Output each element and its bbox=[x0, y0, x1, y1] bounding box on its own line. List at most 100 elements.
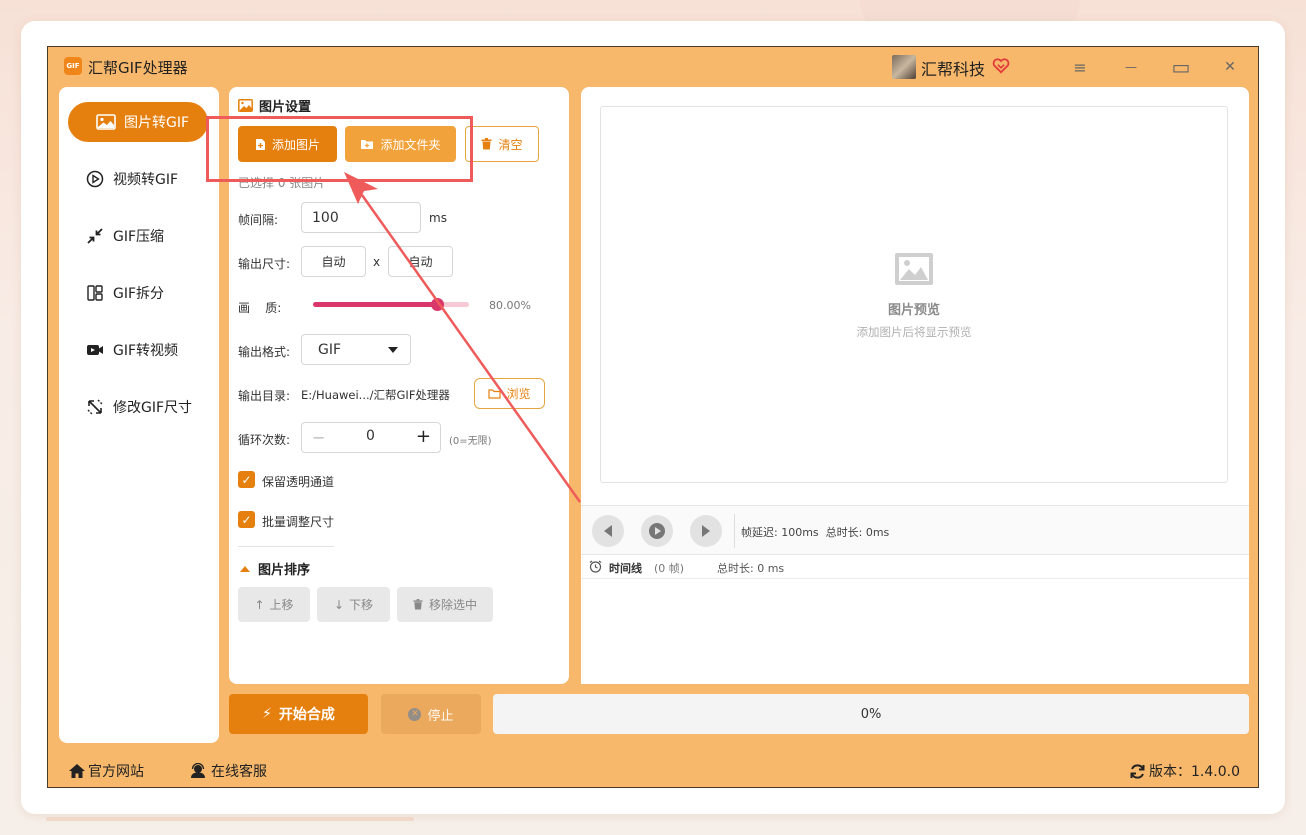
close-button[interactable]: ✕ bbox=[1218, 55, 1242, 79]
online-support-link[interactable]: 在线客服 bbox=[189, 761, 267, 781]
alarm-clock-icon bbox=[589, 560, 602, 573]
keep-alpha-label[interactable]: 保留透明通道 bbox=[262, 473, 334, 490]
app-logo-icon: GIF bbox=[64, 57, 82, 75]
preview-panel: 图片预览 添加图片后将显示预览 帧延迟: 100ms 总时长: 0ms 时间线 … bbox=[581, 87, 1249, 684]
sidebar: 图片转GIF 视频转GIF GIF压缩 GIF拆分 GIF转视频 修改GIF尺寸 bbox=[59, 87, 219, 743]
loop-count-value[interactable]: 0 bbox=[366, 428, 375, 444]
plus-icon[interactable]: + bbox=[416, 426, 431, 447]
sidebar-item-label: 图片转GIF bbox=[124, 115, 190, 131]
play-icon bbox=[649, 523, 665, 539]
sidebar-item-label: GIF压缩 bbox=[113, 229, 165, 245]
quality-slider-fill bbox=[313, 302, 438, 307]
move-up-button[interactable]: ↑ 上移 bbox=[238, 587, 310, 622]
user-name[interactable]: 汇帮科技 bbox=[921, 56, 985, 80]
output-dir-value: E:/Huawei.../汇帮GIF处理器 bbox=[301, 388, 450, 402]
trash-icon bbox=[413, 599, 423, 610]
support-agent-icon bbox=[191, 763, 205, 778]
timeline-total: 总时长: 0 ms bbox=[717, 562, 785, 575]
output-format-value: GIF bbox=[318, 341, 342, 358]
sidebar-item-video-to-gif[interactable]: 视频转GIF bbox=[59, 159, 219, 199]
stop-icon: ✕ bbox=[408, 707, 422, 721]
divider bbox=[238, 546, 334, 547]
sidebar-item-gif-compress[interactable]: GIF压缩 bbox=[59, 216, 219, 256]
next-frame-button[interactable] bbox=[690, 515, 722, 547]
play-circle-icon bbox=[85, 169, 105, 189]
official-website-link[interactable]: 官方网站 bbox=[68, 761, 144, 781]
preview-area: 图片预览 添加图片后将显示预览 bbox=[600, 106, 1228, 483]
sidebar-item-image-to-gif[interactable]: 图片转GIF bbox=[68, 102, 208, 142]
app-title: 汇帮GIF处理器 bbox=[88, 59, 188, 77]
sort-section-title-text: 图片排序 bbox=[258, 563, 311, 578]
frame-interval-input[interactable]: 100 bbox=[301, 202, 421, 233]
sidebar-item-label: 修改GIF尺寸 bbox=[113, 400, 193, 416]
sort-section-title[interactable]: 图片排序 bbox=[240, 559, 310, 578]
menu-icon: ≡ bbox=[1073, 57, 1087, 77]
preview-subtitle: 添加图片后将显示预览 bbox=[856, 325, 972, 339]
frame-info: 帧延迟: 100ms 总时长: 0ms bbox=[741, 526, 890, 539]
user-avatar[interactable] bbox=[892, 55, 916, 79]
loop-count-label: 循环次数: bbox=[238, 433, 291, 447]
maximize-button[interactable]: ▭ bbox=[1169, 55, 1193, 79]
stop-label: 停止 bbox=[427, 708, 454, 724]
batch-resize-checkbox[interactable]: ✓ bbox=[238, 511, 255, 528]
image-settings-icon bbox=[238, 99, 253, 112]
browse-button[interactable]: 浏览 bbox=[474, 378, 545, 409]
keep-alpha-checkbox[interactable]: ✓ bbox=[238, 471, 255, 488]
minus-icon[interactable]: − bbox=[312, 428, 325, 447]
video-icon bbox=[85, 340, 105, 360]
move-down-label: 下移 bbox=[349, 598, 374, 612]
collapse-arrow-icon bbox=[240, 565, 250, 572]
sidebar-item-label: GIF转视频 bbox=[113, 343, 179, 359]
start-label: 开始合成 bbox=[278, 707, 335, 723]
folder-icon bbox=[488, 388, 502, 399]
version-info[interactable]: 版本：1.4.0.0 bbox=[1129, 761, 1240, 781]
play-button[interactable] bbox=[641, 515, 673, 547]
image-placeholder-icon bbox=[895, 253, 933, 285]
divider bbox=[734, 514, 735, 548]
split-icon bbox=[85, 283, 105, 303]
image-settings-title: 图片设置 bbox=[238, 96, 311, 115]
menu-button[interactable]: ≡ bbox=[1068, 55, 1092, 79]
start-button[interactable]: ⚡ 开始合成 bbox=[229, 694, 368, 734]
trash-icon bbox=[481, 138, 492, 150]
width-input[interactable]: 自动 bbox=[301, 246, 366, 277]
playback-controls: 帧延迟: 100ms 总时长: 0ms bbox=[581, 505, 1249, 555]
output-size-label: 输出尺寸: bbox=[238, 257, 291, 271]
sidebar-item-resize-gif[interactable]: 修改GIF尺寸 bbox=[59, 387, 219, 427]
minimize-button[interactable]: — bbox=[1119, 55, 1143, 79]
arrow-down-icon: ↓ bbox=[333, 597, 345, 612]
sidebar-item-label: GIF拆分 bbox=[113, 286, 165, 302]
quality-slider-track[interactable] bbox=[313, 298, 469, 311]
output-dir-label: 输出目录: bbox=[238, 389, 291, 403]
title-bar: GIF 汇帮GIF处理器 汇帮科技 ≡ — ▭ ✕ bbox=[48, 47, 1258, 87]
background-decoration-line bbox=[46, 817, 414, 821]
output-format-select[interactable]: GIF bbox=[301, 334, 411, 365]
quality-slider-thumb[interactable] bbox=[431, 298, 444, 311]
timeline-header: 时间线 (0 帧) 总时长: 0 ms bbox=[581, 555, 1249, 579]
quality-value: 80.00% bbox=[489, 299, 531, 312]
remove-selected-button[interactable]: 移除选中 bbox=[397, 587, 493, 622]
clear-label: 清空 bbox=[498, 137, 523, 152]
batch-resize-label[interactable]: 批量调整尺寸 bbox=[262, 513, 334, 530]
size-separator: x bbox=[373, 255, 381, 269]
clear-button[interactable]: 清空 bbox=[465, 126, 539, 162]
sidebar-item-gif-split[interactable]: GIF拆分 bbox=[59, 273, 219, 313]
progress-text: 0% bbox=[860, 706, 882, 722]
maximize-icon: ▭ bbox=[1171, 55, 1191, 79]
stop-button[interactable]: ✕ 停止 bbox=[381, 694, 481, 734]
vip-heart-icon bbox=[992, 58, 1010, 74]
sidebar-item-gif-to-video[interactable]: GIF转视频 bbox=[59, 330, 219, 370]
prev-icon bbox=[604, 525, 612, 537]
frame-interval-unit: ms bbox=[429, 211, 447, 225]
move-down-button[interactable]: ↓ 下移 bbox=[317, 587, 390, 622]
height-input[interactable]: 自动 bbox=[388, 246, 453, 277]
chevron-down-icon bbox=[388, 347, 398, 353]
version-label: 版本：1.4.0.0 bbox=[1149, 764, 1240, 780]
loop-count-stepper[interactable]: − 0 + bbox=[301, 422, 441, 453]
arrow-up-icon: ↑ bbox=[254, 597, 265, 612]
timeline-frames: (0 帧) bbox=[654, 562, 685, 575]
official-website-label: 官方网站 bbox=[88, 764, 144, 780]
move-up-label: 上移 bbox=[269, 598, 294, 612]
compress-icon bbox=[85, 226, 105, 246]
prev-frame-button[interactable] bbox=[592, 515, 624, 547]
